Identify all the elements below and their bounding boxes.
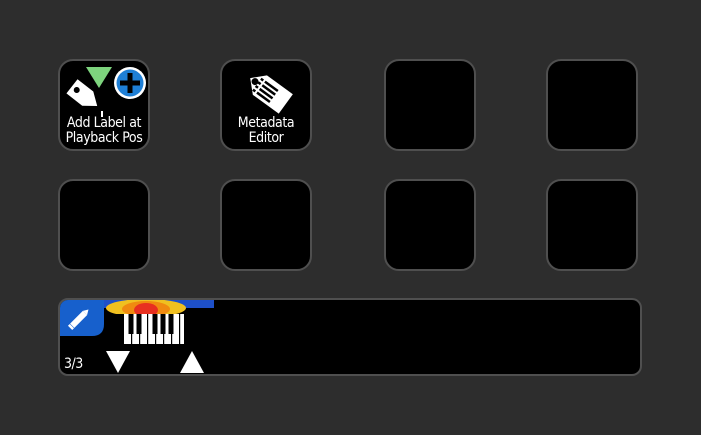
add-label-at-playback-pos-button[interactable]: Add Label at Playback Pos xyxy=(58,59,150,151)
key-label: Metadata Editor xyxy=(237,115,295,146)
empty-key[interactable] xyxy=(58,179,150,271)
empty-key[interactable] xyxy=(384,59,476,151)
piano-keys-icon xyxy=(124,314,184,346)
metadata-editor-button[interactable]: Metadata Editor xyxy=(220,59,312,151)
key-label: Add Label at Playback Pos xyxy=(65,115,143,146)
empty-key[interactable] xyxy=(546,179,638,271)
page-indicator: 3/3 xyxy=(64,356,83,372)
empty-key[interactable] xyxy=(384,179,476,271)
tag-plus-icon xyxy=(66,65,148,117)
empty-key[interactable] xyxy=(546,59,638,151)
empty-key[interactable] xyxy=(220,179,312,271)
tag-list-icon xyxy=(250,75,293,114)
pencil-icon[interactable] xyxy=(60,300,104,336)
touch-strip[interactable]: 3/3 xyxy=(58,298,642,376)
arrow-up-icon[interactable] xyxy=(180,351,204,373)
arrow-down-icon[interactable] xyxy=(106,351,130,373)
rainbow-bar xyxy=(104,300,214,314)
